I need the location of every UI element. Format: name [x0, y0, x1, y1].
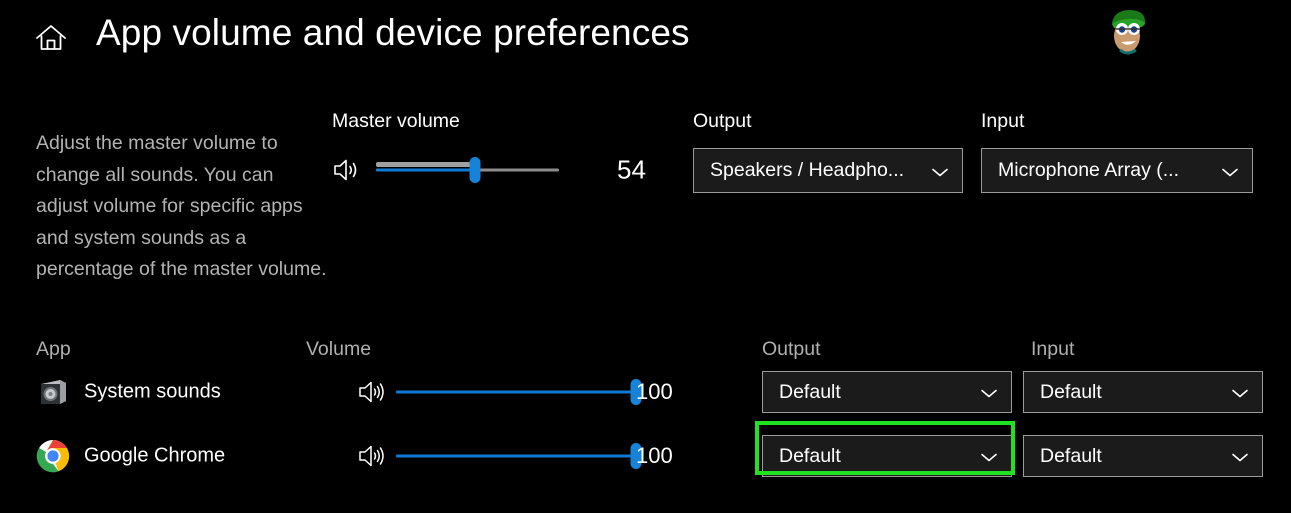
chevron-down-icon [1220, 165, 1240, 177]
slider-hover-overlay [376, 162, 475, 167]
page-header: App volume and device preferences [0, 0, 1291, 80]
chevron-down-icon [1230, 386, 1250, 398]
column-header-app: App [36, 338, 71, 360]
system-sounds-speaker-icon [36, 375, 70, 409]
master-volume-description: Adjust the master volume to change all s… [36, 132, 327, 280]
page-title: App volume and device preferences [96, 12, 690, 53]
app-input-dropdown[interactable]: Default [1023, 371, 1263, 413]
chevron-down-icon [979, 450, 999, 462]
app-volume-slider[interactable]: 100 [358, 372, 678, 412]
app-input-value: Default [1040, 380, 1102, 403]
app-slider-track[interactable] [396, 379, 642, 405]
column-header-volume: Volume [306, 338, 372, 360]
app-input-dropdown[interactable]: Default [1023, 435, 1263, 477]
slider-track-fill [376, 168, 475, 172]
table-row: System sounds 100 Default Default [0, 364, 1291, 420]
appuals-mascot-logo [1100, 6, 1156, 58]
slider-track-fill [396, 454, 636, 458]
input-device-value: Microphone Array (... [998, 159, 1179, 181]
app-output-dropdown[interactable]: Default [762, 435, 1012, 477]
master-slider-track[interactable] [376, 157, 559, 183]
app-output-value: Default [779, 380, 841, 403]
chevron-down-icon [1230, 450, 1250, 462]
input-device-label: Input [981, 110, 1025, 132]
app-volume-value: 100 [636, 379, 673, 404]
column-header-output: Output [762, 338, 821, 360]
chevron-down-icon [979, 386, 999, 398]
google-chrome-icon [36, 439, 70, 473]
app-name: System sounds [84, 380, 221, 403]
app-slider-track[interactable] [396, 443, 642, 469]
app-volume-value: 100 [636, 443, 673, 468]
table-row: Google Chrome 100 Default Default [0, 428, 1291, 484]
app-output-dropdown[interactable]: Default [762, 371, 1012, 413]
column-header-input: Input [1031, 338, 1075, 360]
chevron-down-icon [930, 165, 950, 177]
output-device-dropdown[interactable]: Speakers / Headpho... [693, 148, 963, 193]
slider-thumb[interactable] [469, 157, 481, 183]
app-volume-slider[interactable]: 100 [358, 436, 678, 476]
master-volume-label: Master volume [332, 110, 460, 132]
output-device-label: Output [693, 110, 752, 132]
app-name: Google Chrome [84, 444, 226, 467]
master-volume-value: 54 [617, 154, 646, 185]
input-device-dropdown[interactable]: Microphone Array (... [981, 148, 1253, 193]
app-input-value: Default [1040, 444, 1102, 467]
speaker-volume-icon [332, 157, 362, 183]
output-device-value: Speakers / Headpho... [710, 159, 905, 181]
app-output-value: Default [779, 444, 841, 467]
speaker-volume-icon [358, 443, 388, 469]
master-volume-slider[interactable]: 54 [332, 150, 672, 190]
slider-track-fill [396, 390, 636, 394]
speaker-volume-icon [358, 379, 388, 405]
home-icon[interactable] [34, 21, 68, 55]
